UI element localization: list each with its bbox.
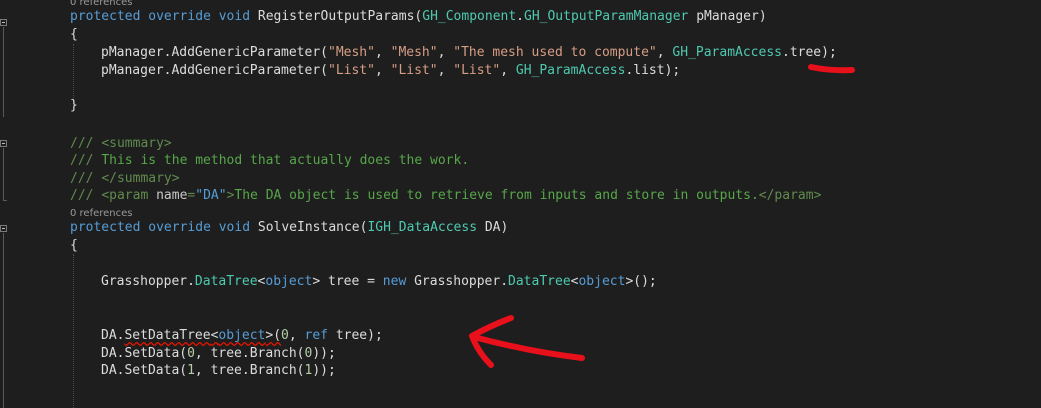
code-line-method-signature[interactable]: protected override void SolveInstance(IG… xyxy=(70,219,508,237)
code-line-set-data[interactable]: DA.SetData(0, tree.Branch(0)); xyxy=(101,345,336,363)
code-line-doc-comment[interactable]: /// <summary> xyxy=(70,135,172,153)
code-line-add-mesh-param[interactable]: pManager.AddGenericParameter("Mesh", "Me… xyxy=(101,44,837,62)
code-line-doc-comment[interactable]: /// <param name="DA">The DA object is us… xyxy=(70,187,821,205)
fold-toggle-icon[interactable] xyxy=(0,140,7,147)
code-line-doc-comment[interactable]: /// </summary> xyxy=(70,170,180,188)
code-line-method-signature[interactable]: protected override void RegisterOutputPa… xyxy=(70,8,767,26)
editor-gutter xyxy=(0,0,60,408)
code-line-brace[interactable]: } xyxy=(70,97,78,115)
red-arrow-head-annotation xyxy=(469,315,514,368)
fold-end-icon xyxy=(3,200,7,201)
code-line-set-data[interactable]: DA.SetData(1, tree.Branch(1)); xyxy=(101,362,336,380)
code-line-doc-comment[interactable]: /// This is the method that actually doe… xyxy=(70,152,469,170)
error-squiggle[interactable]: SetDataTree<object>( xyxy=(124,328,281,343)
code-line-brace[interactable]: { xyxy=(70,26,78,44)
indent-guide xyxy=(73,254,74,408)
code-line-brace[interactable]: { xyxy=(70,237,78,255)
fold-guide xyxy=(3,233,4,408)
fold-guide xyxy=(3,148,4,200)
red-arrow-annotation xyxy=(471,334,585,361)
red-underline-annotation xyxy=(808,64,855,74)
code-line-add-list-param[interactable]: pManager.AddGenericParameter("List", "Li… xyxy=(101,62,680,80)
fold-toggle-icon[interactable] xyxy=(0,225,7,232)
code-line-datatree-declaration[interactable]: Grasshopper.DataTree<object> tree = new … xyxy=(101,273,657,291)
code-line-set-data-tree[interactable]: DA.SetDataTree<object>(0, ref tree); xyxy=(101,327,383,345)
fold-toggle-icon[interactable] xyxy=(0,19,7,26)
fold-guide xyxy=(3,27,4,117)
